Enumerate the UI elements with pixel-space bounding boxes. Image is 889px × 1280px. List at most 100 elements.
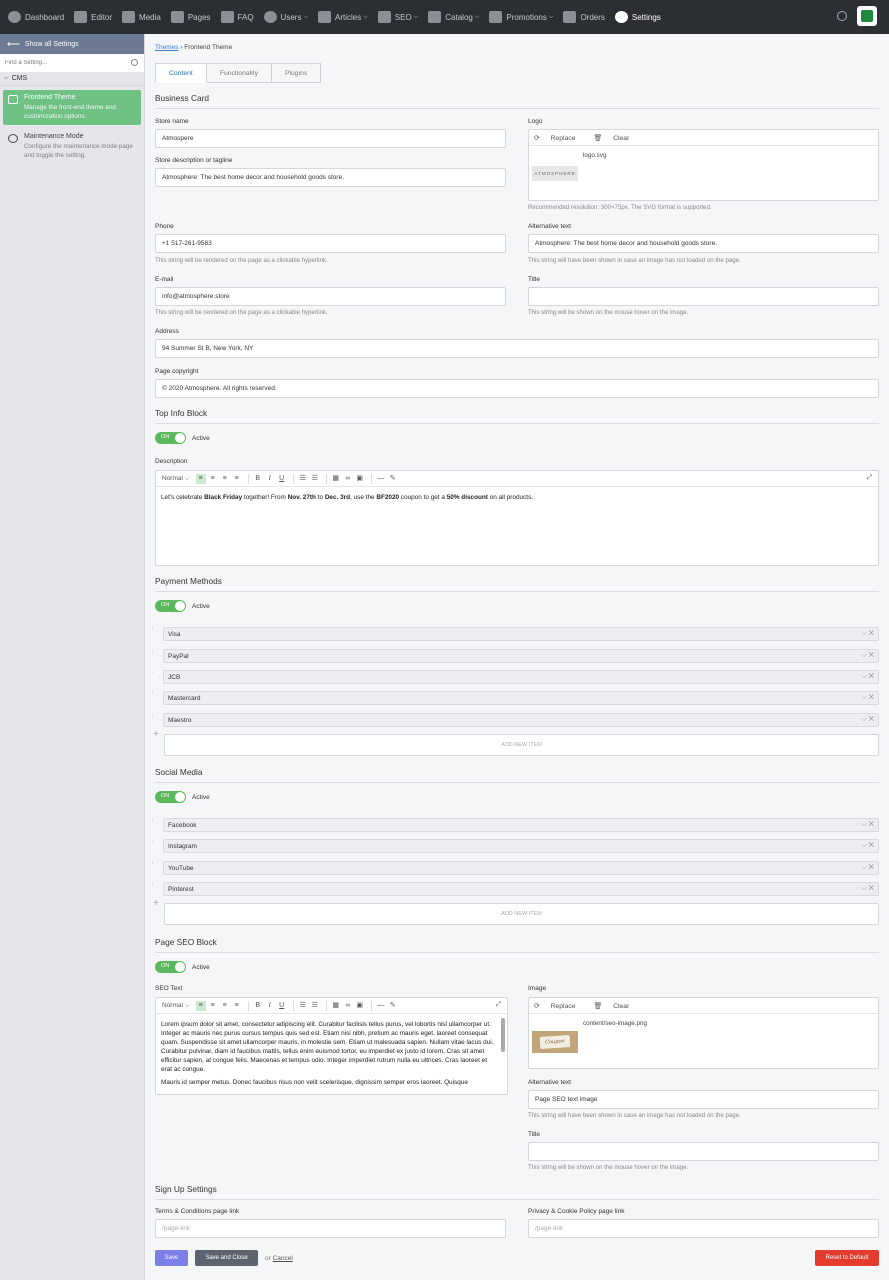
- seo-image-clear-button[interactable]: 🗑 Clear: [594, 1002, 639, 1010]
- close-icon[interactable]: ✕: [869, 630, 874, 637]
- chevron-down-icon[interactable]: ⌵: [861, 673, 866, 680]
- payment-item-mastercard[interactable]: Mastercard ⌵ ✕: [163, 691, 879, 705]
- sidebar-item-frontend-theme[interactable]: Frontend Theme Manage the front-end them…: [3, 90, 141, 125]
- close-icon[interactable]: ✕: [869, 842, 874, 849]
- horizontal-rule-icon[interactable]: —: [376, 474, 386, 484]
- target-icon[interactable]: [837, 11, 847, 21]
- breadcrumb-themes-link[interactable]: Themes: [155, 44, 178, 51]
- logo-clear-button[interactable]: 🗑 Clear: [594, 134, 639, 142]
- store-name-input[interactable]: Atmospere: [155, 129, 506, 148]
- fullscreen-icon[interactable]: ⤢: [496, 1001, 501, 1009]
- nav-dashboard[interactable]: Dashboard: [8, 0, 64, 34]
- logo-alt-input[interactable]: Atmosphere: The best home decor and hous…: [528, 234, 879, 253]
- table-icon[interactable]: ▦: [331, 474, 341, 484]
- close-icon[interactable]: ✕: [869, 652, 874, 659]
- seo-toggle[interactable]: ON: [155, 961, 186, 973]
- tab-functionality[interactable]: Functionality: [206, 63, 272, 83]
- copyright-input[interactable]: © 2020 Atmosphere. All rights reserved.: [155, 379, 879, 398]
- logo-title-input[interactable]: [528, 287, 879, 306]
- sidebar-item-maintenance-mode[interactable]: Maintenance Mode Configure the maintenan…: [3, 129, 141, 164]
- social-item-pinterest[interactable]: Pinterest ⌵ ✕: [163, 882, 879, 896]
- address-input[interactable]: 94 Summer St B, New York, NY: [155, 339, 879, 358]
- fullscreen-icon[interactable]: ⤢: [867, 474, 872, 482]
- chevron-down-icon[interactable]: ⌵: [861, 842, 866, 849]
- italic-icon[interactable]: I: [265, 474, 275, 484]
- privacy-link-input[interactable]: /page-link: [528, 1219, 879, 1238]
- payment-item-visa[interactable]: Visa ⌵ ✕: [163, 627, 879, 641]
- format-select[interactable]: Normal ⌵: [162, 475, 190, 483]
- payment-toggle[interactable]: ON: [155, 600, 186, 612]
- settings-search-input[interactable]: [0, 54, 144, 72]
- chevron-down-icon[interactable]: ⌵: [861, 821, 866, 828]
- drag-handle-icon[interactable]: ⁞: [152, 818, 156, 822]
- close-icon[interactable]: ✕: [869, 885, 874, 892]
- align-right-icon[interactable]: ≡: [220, 474, 230, 484]
- bold-icon[interactable]: B: [253, 474, 263, 484]
- bullet-list-icon[interactable]: ☰: [310, 474, 320, 484]
- close-icon[interactable]: ✕: [869, 716, 874, 723]
- align-left-icon[interactable]: ≡: [195, 1000, 206, 1011]
- seo-title-input[interactable]: [528, 1142, 879, 1161]
- payment-item-jcb[interactable]: JCB ⌵ ✕: [163, 670, 879, 684]
- nav-faq[interactable]: FAQ: [220, 0, 254, 34]
- reset-to-default-button[interactable]: Reset to Default: [815, 1250, 879, 1266]
- social-item-facebook[interactable]: Facebook ⌵ ✕: [163, 818, 879, 832]
- show-all-settings-link[interactable]: ⟵ Show all Settings: [0, 34, 144, 54]
- horizontal-rule-icon[interactable]: —: [376, 1001, 386, 1011]
- align-right-icon[interactable]: ≡: [220, 1001, 230, 1011]
- drag-handle-icon[interactable]: ⁞: [152, 649, 156, 653]
- drag-handle-icon[interactable]: ⁞: [152, 882, 156, 886]
- social-toggle[interactable]: ON: [155, 791, 186, 803]
- align-justify-icon[interactable]: ≡: [232, 1001, 242, 1011]
- email-input[interactable]: info@atmosphere.store: [155, 287, 506, 306]
- drag-handle-icon[interactable]: ⁞: [152, 670, 156, 674]
- cancel-link[interactable]: Cancel: [273, 1255, 293, 1262]
- table-icon[interactable]: ▦: [331, 1001, 341, 1011]
- image-icon[interactable]: ▣: [355, 474, 365, 484]
- terms-link-input[interactable]: /page-link: [155, 1219, 506, 1238]
- seo-text-content[interactable]: Lorem ipsum dolor sit amet, consectetur …: [156, 1014, 507, 1093]
- align-center-icon[interactable]: ≡: [208, 474, 218, 484]
- bullet-list-icon[interactable]: ☰: [310, 1001, 320, 1011]
- image-icon[interactable]: ▣: [355, 1001, 365, 1011]
- drag-handle-icon[interactable]: ⁞: [152, 627, 156, 631]
- tab-content[interactable]: Content: [155, 63, 207, 83]
- nav-catalog[interactable]: Catalog ⌵: [428, 0, 479, 34]
- payment-item-maestro[interactable]: Maestro ⌵ ✕: [163, 713, 879, 727]
- seo-image-thumbnail[interactable]: Coupon: [532, 1031, 578, 1053]
- nav-pages[interactable]: Pages: [170, 0, 211, 34]
- nav-settings[interactable]: Settings: [614, 0, 661, 34]
- align-center-icon[interactable]: ≡: [208, 1001, 218, 1011]
- nav-promotions[interactable]: Promotions ⌵: [489, 0, 553, 34]
- drag-handle-icon[interactable]: ⁞: [152, 861, 156, 865]
- plus-icon[interactable]: +: [153, 729, 159, 740]
- description-content[interactable]: Let's celebrate Black Friday together! F…: [156, 487, 878, 508]
- ordered-list-icon[interactable]: ☰: [298, 1001, 308, 1011]
- top-info-toggle[interactable]: ON: [155, 432, 186, 444]
- ordered-list-icon[interactable]: ☰: [298, 474, 308, 484]
- align-left-icon[interactable]: ≡: [195, 473, 206, 484]
- seo-image-replace-button[interactable]: ⟳ Replace: [534, 1002, 585, 1010]
- nav-media[interactable]: Media: [122, 0, 161, 34]
- sidebar-group-cms[interactable]: ⌵ CMS: [0, 72, 144, 86]
- social-item-instagram[interactable]: Instagram ⌵ ✕: [163, 839, 879, 853]
- clear-format-icon[interactable]: ✎: [388, 1001, 398, 1011]
- underline-icon[interactable]: U: [277, 1001, 287, 1011]
- format-select[interactable]: Normal ⌵: [162, 1002, 190, 1010]
- payment-add-item-button[interactable]: ADD NEW ITEM: [164, 734, 879, 756]
- brand-logo[interactable]: [857, 6, 877, 26]
- logo-replace-button[interactable]: ⟳ Replace: [534, 134, 585, 142]
- logo-thumbnail[interactable]: ATMOSPHERE: [532, 166, 578, 181]
- save-button[interactable]: Save: [155, 1250, 188, 1266]
- underline-icon[interactable]: U: [277, 474, 287, 484]
- nav-users[interactable]: Users ⌵: [263, 0, 308, 34]
- seo-alt-input[interactable]: Page SEO text image: [528, 1090, 879, 1109]
- chevron-down-icon[interactable]: ⌵: [861, 885, 866, 892]
- store-desc-input[interactable]: Atmosphere: The best home decor and hous…: [155, 168, 506, 187]
- nav-articles[interactable]: Articles ⌵: [318, 0, 368, 34]
- payment-item-paypal[interactable]: PayPal ⌵ ✕: [163, 649, 879, 663]
- plus-icon[interactable]: +: [153, 898, 159, 909]
- chevron-down-icon[interactable]: ⌵: [861, 694, 866, 701]
- seo-editor-scrollbar[interactable]: [501, 1018, 505, 1052]
- tab-plugins[interactable]: Plugins: [271, 63, 322, 83]
